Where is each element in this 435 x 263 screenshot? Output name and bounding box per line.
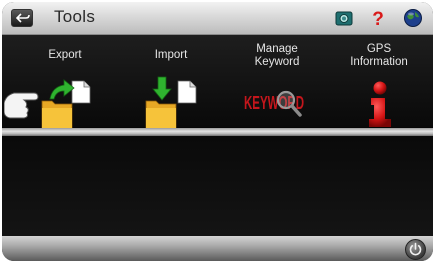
camera-icon[interactable] [334, 8, 354, 28]
tool-export[interactable]: Export [4, 35, 118, 129]
empty-area [2, 136, 433, 236]
help-question-icon[interactable]: ? [368, 8, 388, 28]
tools-panel: Export Import Manage Keyword KEYWORD GPS… [2, 35, 433, 129]
back-arrow-icon [16, 13, 30, 23]
tool-import-label: Import [154, 49, 188, 61]
bottom-bar [2, 236, 433, 261]
title-bar: Tools ? [2, 2, 433, 35]
import-folder-icon [145, 76, 197, 129]
back-button[interactable] [11, 9, 33, 27]
tool-gps-information[interactable]: GPS Information [326, 35, 432, 127]
tool-import[interactable]: Import [118, 35, 224, 129]
keyword-magnifier-icon: KEYWORD [244, 90, 304, 117]
tool-gps-information-label: GPS Information [350, 43, 408, 68]
tool-export-label: Export [48, 49, 82, 61]
info-icon [369, 81, 391, 127]
section-divider [2, 128, 433, 136]
tools-screen: Tools ? Export Import Manage Keyword KEY… [2, 2, 433, 261]
tool-manage-keyword-label: Manage Keyword [254, 43, 300, 68]
svg-text:?: ? [372, 9, 384, 28]
tool-manage-keyword[interactable]: Manage Keyword KEYWORD [224, 35, 330, 127]
globe-icon[interactable] [403, 8, 423, 28]
power-button[interactable] [405, 239, 426, 260]
page-title: Tools [54, 7, 96, 26]
export-folder-icon [4, 79, 91, 129]
power-icon [409, 242, 422, 256]
